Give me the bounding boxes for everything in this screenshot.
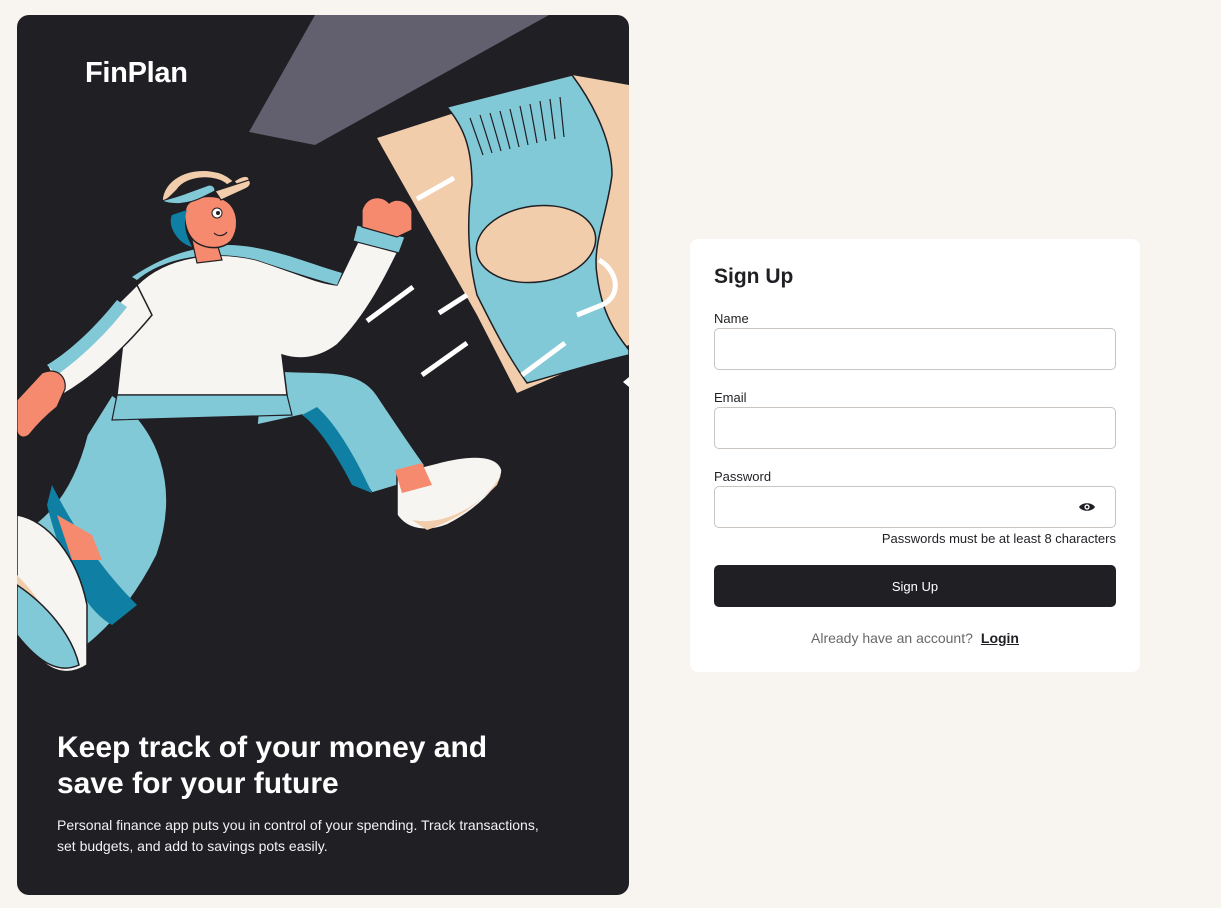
hero-title: Keep track of your money and save for yo… xyxy=(57,731,488,800)
password-input[interactable] xyxy=(714,486,1116,528)
name-input[interactable] xyxy=(714,328,1116,370)
sign-up-button[interactable]: Sign Up xyxy=(714,565,1116,607)
name-label: Name xyxy=(714,311,749,326)
hero-description: Personal finance app puts you in control… xyxy=(57,817,539,854)
hero-panel: FinPlan Keep track of your money and sav… xyxy=(17,15,629,895)
login-link[interactable]: Login xyxy=(981,630,1019,646)
login-prompt-row: Already have an account? Login xyxy=(690,630,1140,646)
login-prompt-text: Already have an account? xyxy=(811,630,973,646)
password-hint: Passwords must be at least 8 characters xyxy=(881,531,1116,546)
brand-logo: FinPlan xyxy=(85,57,188,89)
email-input[interactable] xyxy=(714,407,1116,449)
email-label: Email xyxy=(714,390,747,405)
signup-page: FinPlan Keep track of your money and sav… xyxy=(0,0,1221,908)
signup-title: Sign Up xyxy=(714,265,794,288)
eye-icon[interactable] xyxy=(1078,500,1096,514)
password-label: Password xyxy=(714,469,772,484)
signup-card: Sign Up Name Email Password Passwords mu… xyxy=(690,239,1140,672)
